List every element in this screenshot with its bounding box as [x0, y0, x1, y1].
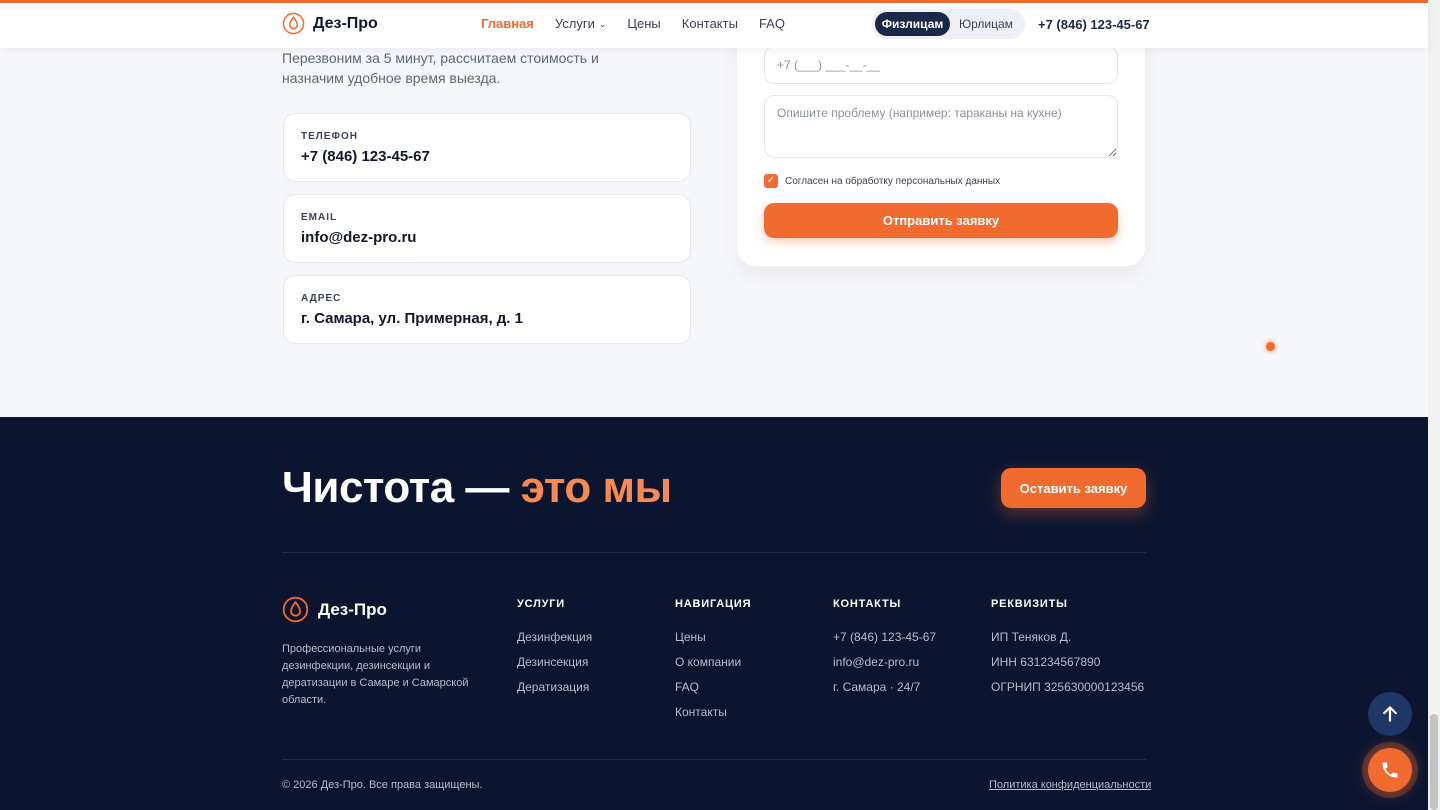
footer-column-title: РЕКВИЗИТЫ	[991, 598, 1068, 610]
nav-contacts[interactable]: Контакты	[682, 16, 738, 31]
phone-icon	[1382, 762, 1398, 778]
consent-checkbox[interactable]: ✓	[764, 174, 778, 188]
footer-description: Профессиональные услуги дезинфекции, дез…	[282, 643, 469, 706]
contact-card-phone: ТЕЛЕФОН +7 (846) 123-45-67	[283, 113, 691, 182]
scroll-to-top-button[interactable]	[1368, 692, 1412, 736]
footer-link[interactable]: Контакты	[675, 705, 751, 719]
footer-text: ОГРНИП 325630000123456	[991, 680, 1145, 694]
slogan-highlight: это мы	[520, 463, 672, 512]
footer-column-navigation: НАВИГАЦИЯ Цены О компании FAQ Контакты	[675, 598, 751, 730]
footer-column-requisites: РЕКВИЗИТЫ ИП Теняков Д. ИНН 631234567890…	[991, 598, 1144, 705]
footer-text: ИНН 631234567890	[991, 655, 1101, 669]
footer-column-title: УСЛУГИ	[517, 598, 566, 610]
footer-divider	[282, 552, 1146, 553]
footer-link[interactable]: Дезинфекция	[517, 630, 592, 644]
card-value[interactable]: info@dez-pro.ru	[301, 229, 672, 246]
footer-link[interactable]: Дератизация	[517, 680, 592, 694]
footer-text: ИП Теняков Д.	[991, 630, 1072, 644]
card-label: EMAIL	[301, 212, 338, 223]
footer-bottom-divider	[282, 759, 1146, 760]
footer-link[interactable]: Цены	[675, 630, 751, 644]
footer-column-title: КОНТАКТЫ	[833, 598, 902, 610]
orange-dot-decoration	[1266, 342, 1275, 351]
toggle-companies[interactable]: Юрлицам	[950, 12, 1022, 36]
drop-logo-icon	[282, 12, 305, 35]
call-button[interactable]	[1368, 748, 1412, 792]
top-accent-line	[0, 0, 1428, 3]
phone-field[interactable]	[764, 46, 1118, 84]
footer-text: г. Самара · 24/7	[833, 680, 921, 694]
footer-column-services: УСЛУГИ Дезинфекция Дезинсекция Дератизац…	[517, 598, 592, 705]
consent-label: Согласен на обработку персональных данны…	[785, 175, 1001, 187]
page-scrollbar[interactable]	[1428, 0, 1440, 810]
main-nav: Главная Услуги ⌄ Цены Контакты FAQ	[481, 16, 785, 31]
footer-column-title: НАВИГАЦИЯ	[675, 598, 752, 610]
leave-request-button[interactable]: Оставить заявку	[1001, 468, 1146, 508]
nav-services[interactable]: Услуги ⌄	[555, 16, 607, 31]
card-value[interactable]: +7 (846) 123-45-67	[301, 148, 672, 165]
card-label: АДРЕС	[301, 293, 342, 304]
contact-intro-text: Перезвоним за 5 минут, рассчитаем стоимо…	[282, 50, 599, 86]
copyright-text: © 2026 Дез-Про. Все права защищены.	[282, 779, 483, 791]
footer-column-contacts: КОНТАКТЫ +7 (846) 123-45-67 info@dez-pro…	[833, 598, 936, 705]
logo-text: Дез-Про	[313, 14, 378, 32]
consent-row: ✓ Согласен на обработку персональных дан…	[764, 174, 1000, 188]
header-logo[interactable]: Дез-Про	[282, 12, 378, 35]
footer-link[interactable]: info@dez-pro.ru	[833, 655, 936, 669]
site-footer: Чистота — это мы Оставить заявку Дез-Про…	[0, 417, 1428, 810]
privacy-policy-link[interactable]: Политика конфиденциальности	[989, 779, 1151, 791]
contact-card-email: EMAIL info@dez-pro.ru	[283, 194, 691, 263]
footer-link[interactable]: Дезинсекция	[517, 655, 592, 669]
footer-link[interactable]: +7 (846) 123-45-67	[833, 630, 936, 644]
nav-faq[interactable]: FAQ	[759, 16, 785, 31]
footer-slogan: Чистота — это мы	[282, 463, 672, 513]
footer-link[interactable]: FAQ	[675, 680, 751, 694]
nav-home[interactable]: Главная	[481, 16, 534, 31]
toggle-individuals[interactable]: Физлицам	[875, 12, 950, 36]
scrollbar-thumb[interactable]	[1430, 714, 1438, 810]
slogan-main: Чистота —	[282, 463, 521, 512]
nav-services-label: Услуги	[554, 16, 595, 31]
submit-request-button[interactable]: Отправить заявку	[764, 203, 1118, 238]
contact-card-address: АДРЕС г. Самара, ул. Примерная, д. 1	[283, 275, 691, 344]
problem-description-field[interactable]	[764, 95, 1118, 158]
card-value: г. Самара, ул. Примерная, д. 1	[301, 310, 523, 327]
footer-logo-text: Дез-Про	[318, 599, 387, 619]
chevron-down-icon: ⌄	[598, 19, 607, 29]
audience-toggle: Физлицам Юрлицам	[872, 9, 1025, 39]
arrow-up-icon	[1383, 706, 1397, 722]
nav-prices[interactable]: Цены	[627, 16, 660, 31]
drop-logo-icon	[282, 596, 309, 623]
header-phone-link[interactable]: +7 (846) 123-45-67	[1038, 17, 1150, 32]
footer-link[interactable]: О компании	[675, 655, 751, 669]
card-label: ТЕЛЕФОН	[301, 131, 358, 142]
footer-logo[interactable]: Дез-Про	[282, 596, 387, 623]
site-header: Дез-Про Главная Услуги ⌄ Цены Контакты FA…	[0, 0, 1428, 48]
